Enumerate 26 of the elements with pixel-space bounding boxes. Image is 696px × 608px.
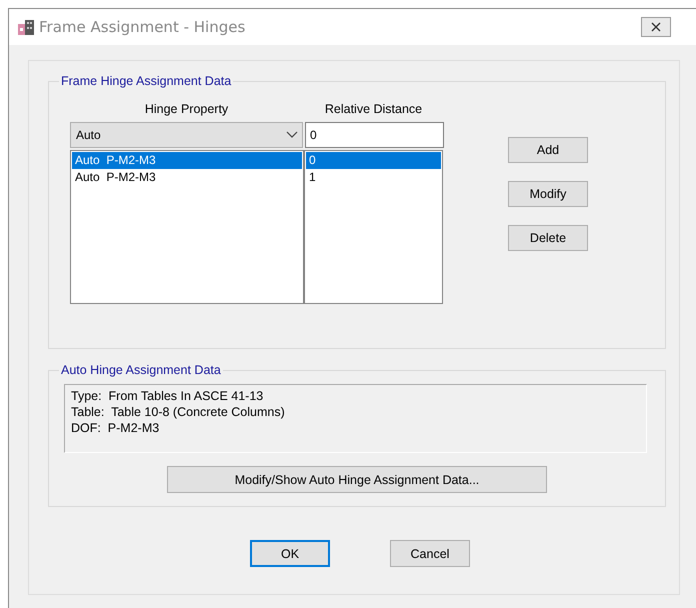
info-line: Type: From Tables In ASCE 41-13 <box>71 388 264 404</box>
list-item[interactable]: Auto P-M2-M3 <box>72 152 302 169</box>
modify-show-button[interactable]: Modify/Show Auto Hinge Assignment Data... <box>167 466 547 493</box>
dialog-button[interactable]: OK <box>250 540 330 567</box>
dialog-button[interactable]: Cancel <box>390 540 470 567</box>
action-button[interactable]: Delete <box>508 225 588 251</box>
list-item[interactable]: Auto P-M2-M3 <box>72 169 302 186</box>
group-legend: Frame Hinge Assignment Data <box>59 74 234 88</box>
close-button[interactable] <box>641 17 671 37</box>
info-line: Table: Table 10-8 (Concrete Columns) <box>71 404 286 420</box>
hinge-property-dropdown[interactable]: Auto <box>70 122 303 148</box>
action-button[interactable]: Modify <box>508 181 588 207</box>
list-item[interactable]: 1 <box>306 169 441 186</box>
relative-distance-field[interactable]: 0 <box>305 122 444 148</box>
window-title: Frame Assignment - Hinges <box>39 18 246 36</box>
group-legend: Auto Hinge Assignment Data <box>59 363 223 377</box>
close-icon <box>651 22 661 32</box>
column-heading: Relative Distance <box>324 102 424 118</box>
relative-distance-list[interactable]: 0 1 <box>304 150 443 304</box>
list-item[interactable]: 0 <box>306 152 441 169</box>
action-button[interactable]: Add <box>508 137 588 163</box>
hinge-property-list[interactable]: Auto P-M2-M3 Auto P-M2-M3 <box>70 150 304 304</box>
chevron-down-icon <box>286 131 298 139</box>
info-line: DOF: P-M2-M3 <box>71 420 160 436</box>
column-heading: Hinge Property <box>144 102 230 118</box>
app-icon <box>17 18 35 36</box>
